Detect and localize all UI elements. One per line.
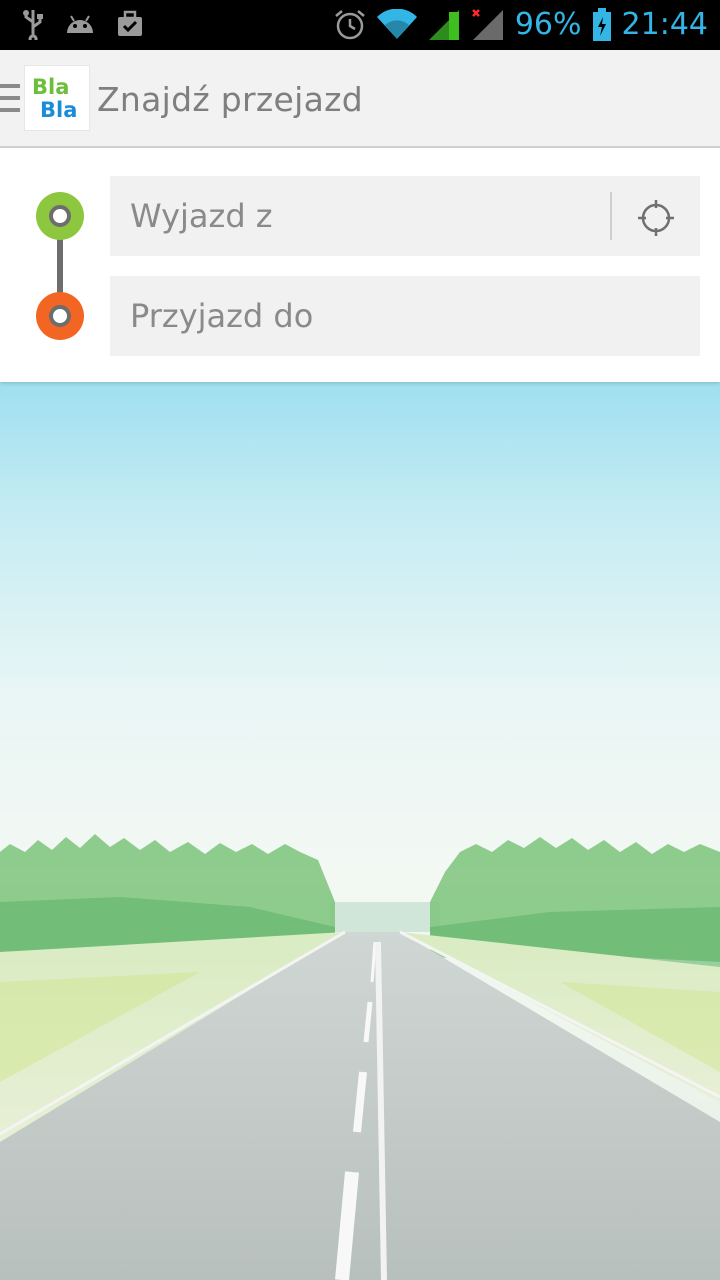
battery-charging-icon bbox=[592, 8, 612, 42]
page-title: Znajdź przejazd bbox=[97, 80, 363, 119]
wifi-icon bbox=[376, 9, 417, 41]
road-landscape-image bbox=[0, 382, 720, 1280]
search-panel bbox=[0, 148, 720, 382]
arrival-input[interactable] bbox=[110, 276, 700, 356]
signal-no-service-icon bbox=[471, 8, 505, 42]
locate-me-icon[interactable] bbox=[636, 198, 676, 238]
menu-icon[interactable] bbox=[0, 84, 20, 114]
usb-icon bbox=[22, 8, 44, 40]
clock: 21:44 bbox=[621, 7, 708, 42]
departure-marker-icon bbox=[36, 192, 84, 240]
status-bar: 96% 21:44 bbox=[0, 0, 720, 50]
android-icon bbox=[64, 11, 96, 37]
alarm-icon bbox=[333, 8, 367, 42]
blablacar-logo[interactable]: Bla Bla bbox=[25, 66, 89, 130]
battery-percent: 96% bbox=[514, 7, 582, 42]
input-divider bbox=[610, 192, 612, 240]
action-bar: Bla Bla Znajdź przejazd bbox=[0, 50, 720, 148]
arrival-marker-icon bbox=[36, 292, 84, 340]
briefcase-icon bbox=[116, 10, 144, 38]
signal-icon bbox=[427, 8, 461, 42]
